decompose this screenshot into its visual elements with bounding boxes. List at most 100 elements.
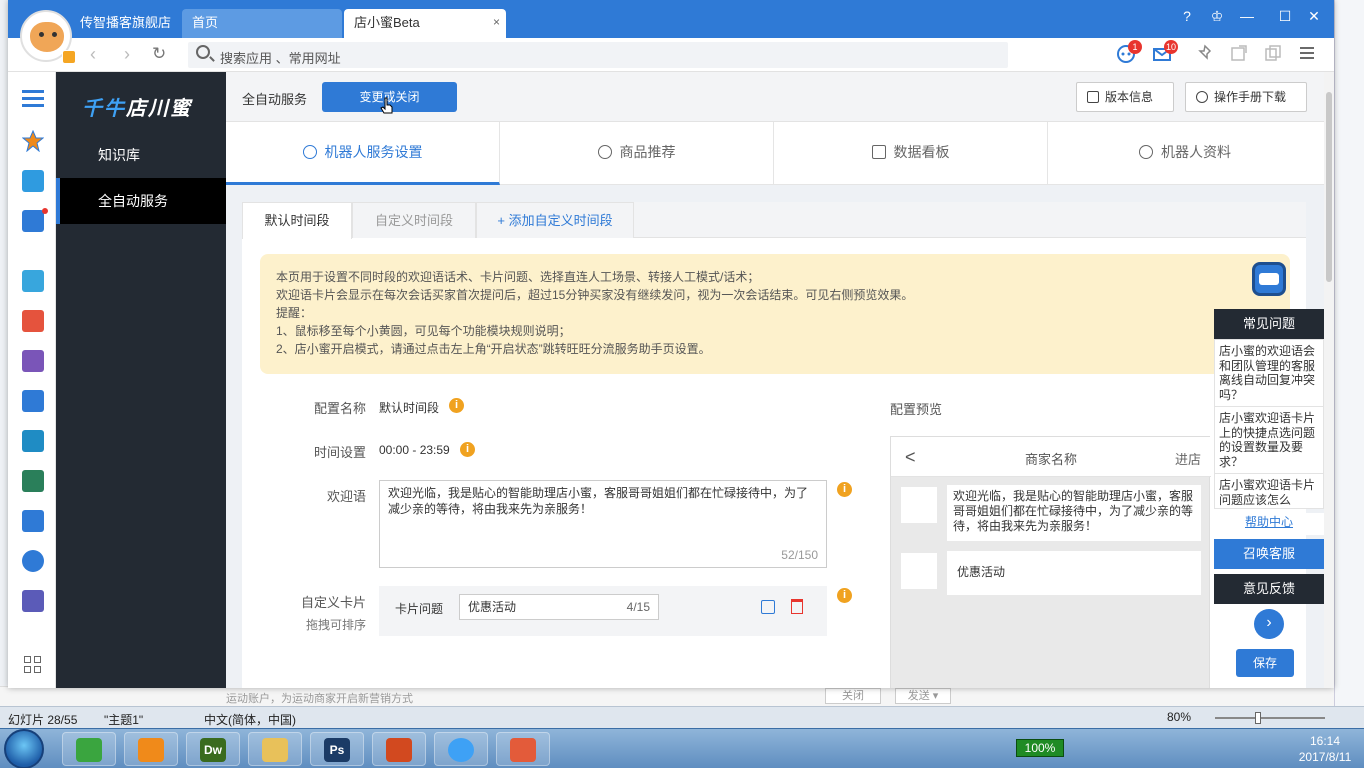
copy-icon[interactable] — [1264, 44, 1286, 66]
preview-card-message: 优惠活动 — [947, 551, 1201, 595]
shop-bag-icon[interactable] — [22, 170, 44, 192]
robot-notify-icon[interactable]: 1 — [1116, 40, 1142, 66]
grid-apps-icon[interactable] — [24, 656, 42, 674]
taskbar-app-ppt[interactable] — [372, 732, 426, 766]
scrollbar-thumb[interactable] — [1326, 92, 1332, 282]
manual-download-button[interactable]: 操作手册下载 — [1185, 82, 1307, 112]
sidebar-item-knowledge[interactable]: 知识库 — [56, 132, 226, 178]
card-question-input[interactable]: 优惠活动 4/15 — [459, 594, 659, 620]
edit-icon[interactable] — [761, 600, 775, 614]
tab-close-icon[interactable]: × — [493, 9, 500, 36]
pin-icon[interactable] — [1196, 44, 1218, 66]
settings-panel: 默认时间段 自定义时间段 + 添加自定义时间段 本页用于设置不同时段的欢迎语话术… — [242, 202, 1306, 688]
taskbar-app-qianniu[interactable] — [496, 732, 550, 766]
version-info-button[interactable]: 版本信息 — [1076, 82, 1174, 112]
store-name[interactable]: 传智播客旗舰店 — [80, 12, 171, 31]
store-app-icon[interactable] — [22, 510, 44, 532]
taskbar-app-uc[interactable] — [124, 732, 178, 766]
qianniu-window: 传智播客旗舰店 首页 店小蜜Beta × ? ♔ — ☐ ✕ ‹ › ↻ 搜索应… — [8, 0, 1334, 688]
faq-item[interactable]: 店小蜜欢迎语卡片问题应该怎么 — [1215, 474, 1323, 508]
send-app-icon[interactable] — [22, 430, 44, 452]
close-icon[interactable]: ✕ — [1303, 8, 1325, 25]
info-icon[interactable]: i — [837, 588, 852, 603]
robot-mascot-icon[interactable] — [1252, 262, 1286, 296]
dashboard-app-icon[interactable] — [22, 550, 44, 572]
document-app-icon[interactable] — [22, 390, 44, 412]
start-button[interactable] — [4, 729, 44, 768]
tab-dianxiaomi[interactable]: 店小蜜Beta × — [344, 9, 506, 38]
back-icon[interactable]: ‹ — [90, 44, 96, 65]
faq-item[interactable]: 店小蜜的欢迎语会和团队管理的客服离线自动回复冲突吗？ — [1215, 340, 1323, 407]
taskbar-app-wangwang[interactable] — [434, 732, 488, 766]
tab-product-recommend[interactable]: 商品推荐 — [500, 122, 774, 185]
folder-icon — [262, 738, 288, 762]
taskbar-app-explorer[interactable] — [248, 732, 302, 766]
star-app-icon[interactable] — [21, 129, 45, 153]
notice-line: 1、鼠标移至每个小黄圆，可见每个功能模块规则说明； — [276, 324, 571, 338]
help-center-link[interactable]: 帮助中心 — [1214, 513, 1324, 535]
user-app-icon[interactable] — [22, 590, 44, 612]
wangwang-icon — [448, 738, 474, 762]
delete-icon[interactable] — [791, 599, 803, 614]
minimize-icon[interactable]: — — [1236, 8, 1258, 24]
sidebar-item-auto-service[interactable]: 全自动服务 — [56, 178, 226, 224]
preview-label: 配置预览 — [890, 402, 943, 417]
main-tabs: 机器人服务设置 商品推荐 数据看板 机器人资料 — [226, 122, 1324, 185]
add-custom-period-button[interactable]: + 添加自定义时间段 — [476, 202, 634, 238]
battery-indicator[interactable]: 100% — [1016, 739, 1064, 757]
info-icon[interactable]: i — [449, 398, 464, 413]
taskbar-app-ie[interactable] — [62, 732, 116, 766]
version-info-label: 版本信息 — [1105, 90, 1154, 104]
manual-download-label: 操作手册下载 — [1214, 90, 1287, 104]
money-app-icon[interactable] — [22, 350, 44, 372]
zoom-slider-handle[interactable] — [1255, 712, 1261, 724]
taskbar-app-dw[interactable]: Dw — [186, 732, 240, 766]
card-question-row[interactable]: 卡片问题 优惠活动 4/15 — [379, 586, 827, 636]
chart-app-icon[interactable] — [22, 270, 44, 292]
system-clock[interactable]: 16:14 2017/8/11 — [1290, 733, 1360, 765]
tab-data-dashboard[interactable]: 数据看板 — [774, 122, 1048, 185]
zoom-bar[interactable]: 80% — [1105, 710, 1355, 726]
notice-line: 提醒： — [276, 306, 313, 320]
preview-avatar — [901, 487, 937, 523]
taskbar-app-ps[interactable]: Ps — [310, 732, 364, 766]
refresh-icon[interactable]: ↻ — [152, 44, 166, 64]
qianniu-avatar[interactable] — [20, 10, 76, 64]
ppt-send-button[interactable]: 发送 ▾ — [895, 688, 951, 704]
mail-icon[interactable]: 10 — [1152, 40, 1179, 66]
maximize-icon[interactable]: ☐ — [1274, 8, 1296, 25]
preview-enter-store[interactable]: 进店 — [1175, 449, 1201, 468]
vertical-scrollbar[interactable] — [1324, 72, 1334, 688]
faq-item[interactable]: 店小蜜欢迎语卡片上的快捷点选问题的设置数量及要求？ — [1215, 407, 1323, 474]
skin-icon[interactable]: ♔ — [1206, 8, 1228, 25]
order-list-icon[interactable] — [22, 208, 48, 232]
zoom-track[interactable] — [1215, 717, 1325, 719]
customer-app-icon[interactable] — [22, 470, 44, 492]
subtab-custom-period[interactable]: 自定义时间段 — [352, 202, 476, 238]
hamburger-menu-icon[interactable] — [1298, 44, 1320, 66]
tab-label: 机器人资料 — [1161, 144, 1231, 160]
notice-line: 2、店小蜜开启模式，请通过点击左上角“开启状态”跳转旺旺分流服务助手页设置。 — [276, 342, 711, 356]
forward-icon[interactable]: › — [124, 44, 130, 65]
next-arrow-icon[interactable]: › — [1254, 609, 1284, 639]
sidebar-item-label: 全自动服务 — [98, 193, 168, 209]
external-link-icon[interactable] — [1230, 44, 1252, 66]
search-input[interactable]: 搜索应用 、常用网址 — [188, 42, 1008, 68]
tab-home[interactable]: 首页 — [182, 9, 342, 38]
summon-service-button[interactable]: 召唤客服 — [1214, 539, 1324, 569]
menu-list-icon[interactable] — [22, 90, 44, 108]
help-icon[interactable]: ? — [1176, 8, 1198, 24]
ppt-status-bar: 幻灯片 28/55 "主题1" 中文(简体，中国) 80% — [0, 706, 1364, 728]
tab-robot-profile[interactable]: 机器人资料 — [1048, 122, 1322, 185]
service-label: 全自动服务 — [242, 92, 308, 107]
cow-eye — [52, 32, 57, 37]
ppt-close-button[interactable]: 关闭 — [825, 688, 881, 704]
feedback-button[interactable]: 意见反馈 — [1214, 574, 1324, 604]
info-icon[interactable]: i — [460, 442, 475, 457]
eye-app-icon[interactable] — [22, 310, 44, 332]
subtab-default-period[interactable]: 默认时间段 — [242, 202, 352, 239]
save-button[interactable]: 保存 — [1236, 649, 1294, 677]
welcome-textarea[interactable]: 欢迎光临，我是贴心的智能助理店小蜜，客服哥哥姐姐们都在忙碌接待中，为了减少亲的等… — [379, 480, 827, 568]
tab-robot-settings[interactable]: 机器人服务设置 — [226, 122, 500, 185]
info-icon[interactable]: i — [837, 482, 852, 497]
